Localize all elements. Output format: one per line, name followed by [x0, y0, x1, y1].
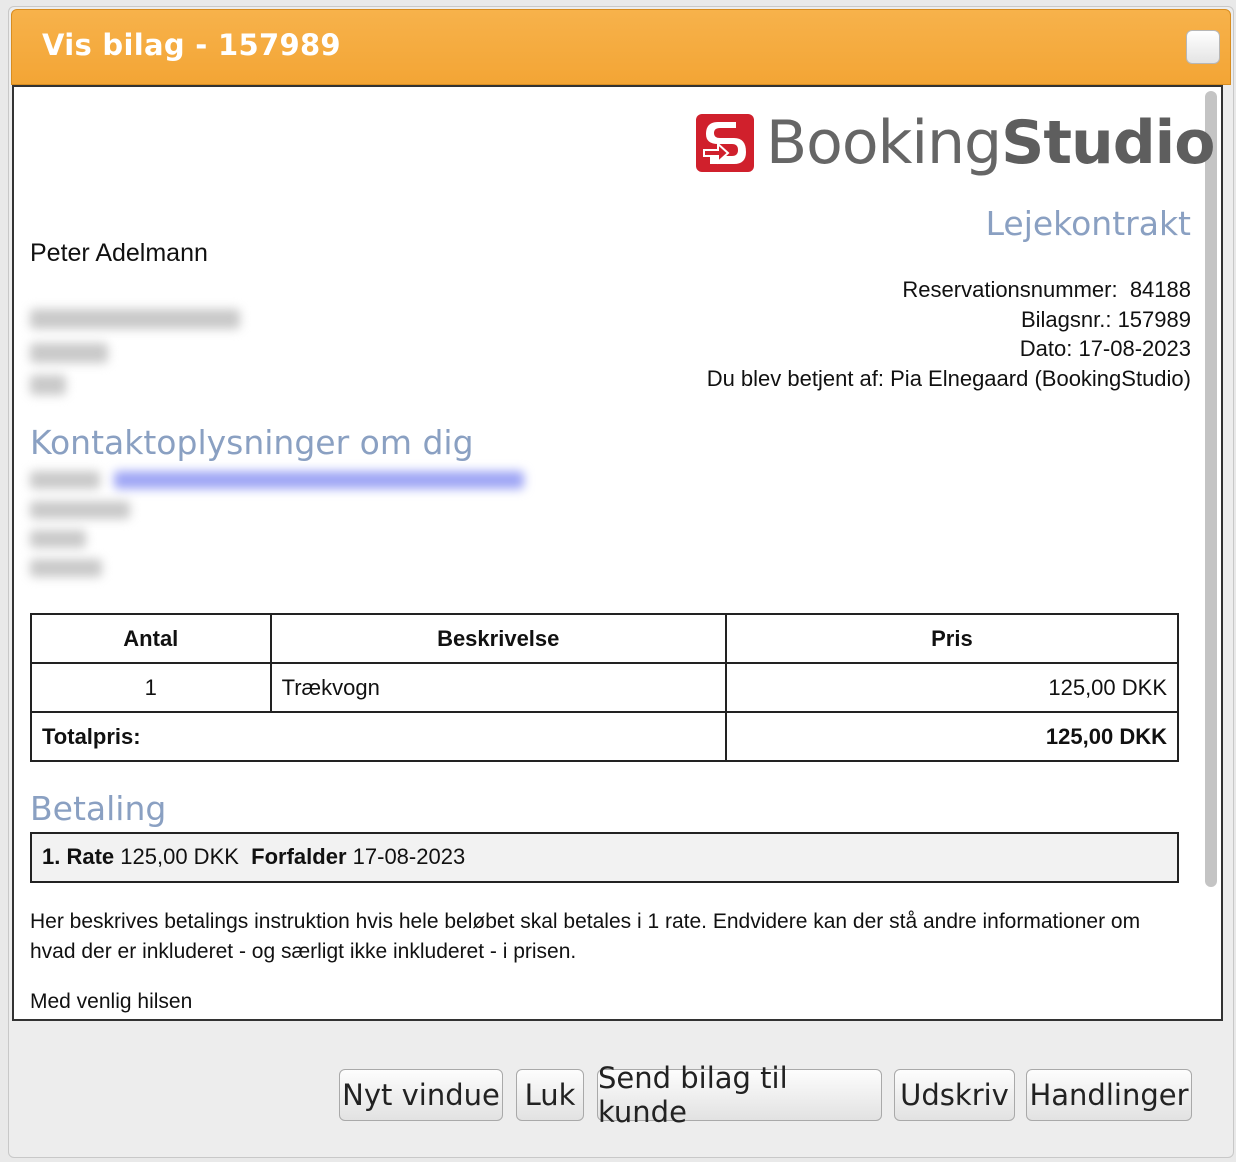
- redacted-email-label: [30, 471, 100, 489]
- send-to-customer-button[interactable]: Send bilag til kunde: [597, 1061, 882, 1129]
- reservation-number: Reservationsnummer: 84188: [902, 277, 1191, 302]
- logo-word-light: Booking: [766, 108, 1002, 178]
- redacted-address-line: [30, 343, 108, 363]
- column-header: Pris: [724, 613, 1180, 664]
- closing-regards: Med venlig hilsen: [30, 990, 193, 1013]
- redacted-contact-line: [30, 501, 130, 519]
- scrollbar-thumb[interactable]: [1205, 91, 1217, 887]
- total-row: Totalpris: 125,00 DKK: [30, 711, 1180, 762]
- document-title: Lejekontrakt: [985, 204, 1191, 243]
- payment-rate: 1. Rate 125,00 DKK Forfalder 17-08-2023: [30, 832, 1179, 883]
- table-row: 1 Trækvogn 125,00 DKK: [30, 662, 1180, 713]
- document-date: Dato: 17-08-2023: [1019, 336, 1191, 361]
- total-label: Totalpris:: [30, 711, 727, 762]
- table-header-row: Antal Beskrivelse Pris: [30, 613, 1180, 664]
- rate-amount: 125,00 DKK: [120, 844, 239, 869]
- item-price: 125,00 DKK: [724, 662, 1180, 713]
- close-button[interactable]: Luk: [516, 1069, 584, 1121]
- total-value: 125,00 DKK: [724, 711, 1180, 762]
- redacted-contact-line: [30, 530, 86, 548]
- rate-label: 1. Rate: [42, 844, 115, 869]
- due-label: Forfalder: [251, 844, 347, 869]
- actions-button[interactable]: Handlinger: [1026, 1069, 1192, 1121]
- due-date: 17-08-2023: [352, 844, 466, 869]
- button-bar: Nyt vindue Luk Send bilag til kunde Udsk…: [9, 1061, 1233, 1129]
- item-description: Trækvogn: [269, 662, 727, 713]
- close-icon[interactable]: [1186, 30, 1220, 64]
- payment-heading: Betaling: [30, 789, 167, 828]
- contact-heading: Kontaktoplysninger om dig: [30, 423, 474, 462]
- document-viewer[interactable]: BookingStudio Lejekontrakt Peter Adelman…: [12, 85, 1223, 1021]
- bookingstudio-logo: BookingStudio: [696, 112, 1215, 174]
- redacted-address-line: [30, 309, 240, 329]
- item-quantity: 1: [30, 662, 272, 713]
- redacted-contact-line: [30, 559, 102, 577]
- served-by: Du blev betjent af: Pia Elnegaard (Booki…: [706, 365, 1191, 391]
- customer-name: Peter Adelmann: [30, 239, 208, 267]
- logo-word-bold: Studio: [1001, 108, 1215, 178]
- bilag-number: Bilagsnr.: 157989: [1020, 306, 1191, 332]
- logo-wordmark: BookingStudio: [766, 112, 1215, 174]
- payment-instructions: Her beskrives betalings instruktion hvis…: [30, 910, 1141, 963]
- logo-mark-icon: [696, 114, 754, 172]
- redacted-email-link[interactable]: [114, 471, 524, 489]
- column-header: Antal: [30, 613, 272, 664]
- dialog-title: Vis bilag - 157989: [42, 28, 341, 62]
- new-window-button[interactable]: Nyt vindue: [339, 1069, 503, 1121]
- scrollbar[interactable]: [1205, 91, 1217, 891]
- document-meta: Reservationsnummer: 84188 Bilagsnr.: 157…: [707, 275, 1191, 393]
- column-header: Beskrivelse: [269, 613, 727, 664]
- items-table: Antal Beskrivelse Pris 1 Trækvogn 125,00…: [30, 613, 1180, 762]
- document-dialog: Vis bilag - 157989 BookingStudio Lejekon…: [8, 6, 1234, 1158]
- dialog-titlebar[interactable]: Vis bilag - 157989: [11, 9, 1231, 85]
- print-button[interactable]: Udskriv: [894, 1069, 1015, 1121]
- redacted-address-line: [30, 375, 66, 395]
